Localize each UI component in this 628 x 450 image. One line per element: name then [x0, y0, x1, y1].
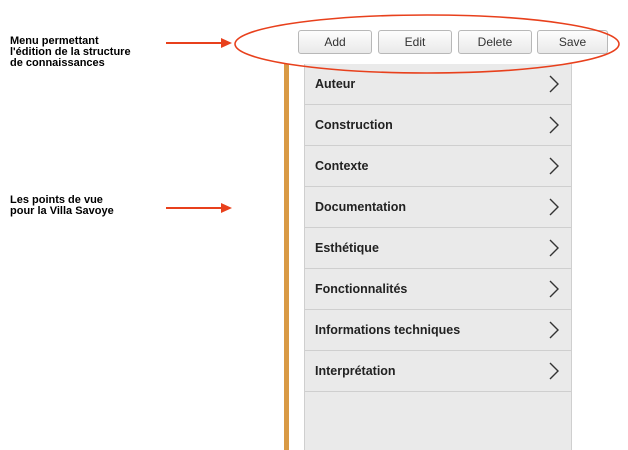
chevron-right-icon — [549, 157, 559, 175]
list-item-label: Auteur — [315, 77, 356, 91]
list-item-label: Fonctionnalités — [315, 282, 408, 296]
list-item-contexte[interactable]: Contexte — [305, 146, 571, 187]
annotation-viewpoints: Les points de vue pour la Villa Savoye — [10, 195, 114, 217]
list-item-label: Documentation — [315, 200, 406, 214]
list-item-label: Interprétation — [315, 364, 396, 378]
annotation-menu-line-3: de connaissances — [10, 57, 105, 69]
annotation-viewpoints-line-2: pour la Villa Savoye — [10, 205, 114, 217]
panel-gutter — [289, 64, 304, 450]
chevron-right-icon — [549, 75, 559, 93]
list-item-label: Construction — [315, 118, 393, 132]
list-item-construction[interactable]: Construction — [305, 105, 571, 146]
chevron-right-icon — [549, 321, 559, 339]
chevron-right-icon — [549, 280, 559, 298]
chevron-right-icon — [549, 239, 559, 257]
list-item-interpretation[interactable]: Interprétation — [305, 351, 571, 392]
arrow-right-icon — [166, 203, 232, 213]
list-item-fonctionnalites[interactable]: Fonctionnalités — [305, 269, 571, 310]
list-item-label: Informations techniques — [315, 323, 461, 337]
viewpoint-list: Auteur Construction Contexte Documentati… — [304, 64, 572, 450]
list-item-label: Contexte — [315, 159, 369, 173]
highlight-ellipse — [234, 14, 620, 74]
list-item-esthetique[interactable]: Esthétique — [305, 228, 571, 269]
list-item-informations-techniques[interactable]: Informations techniques — [305, 310, 571, 351]
list-item-documentation[interactable]: Documentation — [305, 187, 571, 228]
chevron-right-icon — [549, 198, 559, 216]
annotation-menu: Menu permettant l'édition de la structur… — [10, 36, 131, 69]
list-item-label: Esthétique — [315, 241, 379, 255]
arrow-right-icon — [166, 38, 232, 48]
chevron-right-icon — [549, 362, 559, 380]
chevron-right-icon — [549, 116, 559, 134]
